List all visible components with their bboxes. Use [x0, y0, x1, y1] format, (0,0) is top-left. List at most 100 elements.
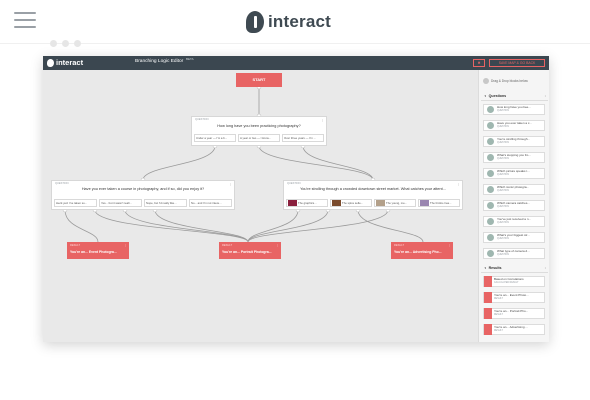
item-text: Have you ever taken a c... QUESTION: [497, 121, 532, 129]
result-icon: [484, 276, 492, 287]
item-subtitle: QUESTION: [497, 109, 509, 112]
app-logo[interactable]: interact: [47, 58, 83, 67]
node-menu-icon[interactable]: ⋮: [448, 243, 451, 247]
answer-label: The young, me...: [386, 201, 407, 205]
question-text: Have you ever taken a course in photogra…: [81, 187, 205, 191]
brand-logo[interactable]: interact: [246, 8, 331, 36]
result-node-1[interactable]: RESULT ⋮ You're an... Event Photogra...: [67, 242, 129, 259]
node-type-label: RESULT: [70, 244, 81, 247]
answer-option[interactable]: Nope, but I'd really like...: [144, 199, 187, 207]
answer-option[interactable]: Under a year — I'm a b...: [194, 134, 236, 142]
item-subtitle: CALCULATED RESULT: [494, 281, 519, 284]
node-type-label: QUESTION: [55, 182, 69, 185]
answer-option[interactable]: Yes... but it wasn't reall...: [99, 199, 142, 207]
blocks-sidebar: Drag & Drop blocks below ▼ Questions ↕ Ho…: [478, 70, 549, 342]
sidebar-question-item[interactable]: How long have you bee... QUESTION: [483, 104, 545, 115]
item-subtitle: QUESTION: [497, 221, 509, 224]
item-subtitle: QUESTION: [497, 189, 509, 192]
results-section-header[interactable]: ▼ Results ↕: [481, 264, 548, 273]
brand-name: interact: [268, 12, 332, 31]
app-logo-text: interact: [56, 58, 84, 67]
result-node-2[interactable]: RESULT ⋮ You're an... Portrait Photogra.…: [219, 242, 281, 259]
item-text: Which picture speaks t... QUESTION: [497, 169, 530, 177]
item-text: Which camera catches... QUESTION: [497, 201, 530, 209]
node-type-label: RESULT: [222, 244, 233, 247]
node-type-label: RESULT: [394, 244, 405, 247]
question-mark-icon: [487, 186, 494, 193]
sidebar-question-item[interactable]: What's stopping you fro... QUESTION: [483, 152, 545, 163]
question-node-3[interactable]: QUESTION ⋮ You're strolling through a cr…: [283, 180, 463, 210]
question-mark-icon: [487, 106, 494, 113]
node-type-label: QUESTION: [287, 182, 301, 185]
answer-option[interactable]: The graphics...: [286, 199, 328, 207]
question-mark-icon: [487, 122, 494, 129]
answer-option[interactable]: A year or two — I know...: [238, 134, 280, 142]
question-mark-icon: [487, 250, 494, 257]
collapse-icon[interactable]: ↕: [545, 92, 547, 101]
collapse-icon[interactable]: ↕: [545, 264, 547, 273]
node-menu-icon[interactable]: ⋮: [124, 243, 127, 247]
sidebar-question-item[interactable]: You're strolling through... QUESTION: [483, 136, 545, 147]
sidebar-result-item[interactable]: You're an... Event Photo... RESULT: [483, 292, 545, 303]
result-text: You're an... Advertising Pho...: [394, 250, 442, 254]
close-editor-button[interactable]: ✖: [473, 59, 485, 67]
sidebar-question-item[interactable]: You've just received a n... QUESTION: [483, 216, 545, 227]
app-header: interact Branching Logic Editor BETA ✖ S…: [43, 56, 549, 70]
editor-title: Branching Logic Editor: [135, 59, 184, 64]
item-subtitle: QUESTION: [497, 141, 509, 144]
result-icon: [484, 324, 492, 335]
beta-badge: BETA: [186, 57, 194, 61]
carousel-dots: [50, 40, 81, 47]
sidebar-result-item[interactable]: You're an... Portrait Pho... RESULT: [483, 308, 545, 319]
item-subtitle: QUESTION: [497, 205, 509, 208]
sidebar-question-item[interactable]: What type of camera d... QUESTION: [483, 248, 545, 259]
answer-thumbnail: [288, 200, 297, 206]
app-logo-icon: [47, 58, 54, 67]
answer-label: The graphics...: [298, 201, 317, 205]
item-subtitle: QUESTION: [497, 253, 509, 256]
sidebar-question-item[interactable]: Which camera catches... QUESTION: [483, 200, 545, 211]
item-subtitle: RESULT: [494, 297, 503, 300]
logic-canvas[interactable]: START QUESTION ⋮ How long have you been …: [43, 70, 478, 342]
sidebar-question-item[interactable]: Which iconic photogra... QUESTION: [483, 184, 545, 195]
sidebar-question-item[interactable]: What's your biggest str... QUESTION: [483, 232, 545, 243]
answer-option[interactable]: The spice selle...: [330, 199, 372, 207]
answer-option[interactable]: The bricks crea...: [418, 199, 460, 207]
app-screenshot-window: interact Branching Logic Editor BETA ✖ S…: [43, 56, 549, 342]
answer-option[interactable]: The young, me...: [374, 199, 416, 207]
sidebar-result-item[interactable]: Based on Correlations CALCULATED RESULT: [483, 276, 545, 287]
item-subtitle: QUESTION: [497, 237, 509, 240]
start-node[interactable]: START: [236, 73, 282, 87]
sidebar-question-item[interactable]: Have you ever taken a c... QUESTION: [483, 120, 545, 131]
question-mark-icon: [487, 218, 494, 225]
hamburger-icon[interactable]: [14, 12, 36, 30]
answer-option[interactable]: Heck yes! I've taken so...: [54, 199, 97, 207]
question-text: You're strolling through a crowded downt…: [300, 187, 446, 191]
answer-option[interactable]: No... and I'm not intere...: [189, 199, 232, 207]
item-text: You're strolling through... QUESTION: [497, 137, 530, 145]
node-menu-icon[interactable]: ⋮: [457, 182, 460, 186]
caret-down-icon: ▼: [484, 267, 487, 270]
question-node-1[interactable]: QUESTION ⋮ How long have you been practi…: [191, 116, 327, 146]
node-menu-icon[interactable]: ⋮: [276, 243, 279, 247]
answer-option[interactable]: Over three years — I'm ...: [282, 134, 324, 142]
sidebar-result-item[interactable]: You're an... Advertising ... RESULT: [483, 324, 545, 335]
result-icon: [484, 308, 492, 319]
node-menu-icon[interactable]: ⋮: [321, 118, 324, 122]
question-mark-icon: [487, 138, 494, 145]
drag-hint-text: Drag & Drop blocks below: [491, 79, 528, 83]
result-text: You're an... Portrait Photogra...: [222, 250, 272, 254]
questions-section-header[interactable]: ▼ Questions ↕: [481, 92, 548, 101]
node-menu-icon[interactable]: ⋮: [229, 182, 232, 186]
section-title: Results: [488, 266, 502, 270]
question-node-2[interactable]: QUESTION ⋮ Have you ever taken a course …: [51, 180, 235, 210]
sidebar-question-item[interactable]: Which picture speaks t... QUESTION: [483, 168, 545, 179]
answer-label: The bricks crea...: [430, 201, 452, 205]
item-subtitle: QUESTION: [497, 125, 509, 128]
interact-logo-icon: [246, 11, 264, 33]
result-node-3[interactable]: RESULT ⋮ You're an... Advertising Pho...: [391, 242, 453, 259]
question-mark-icon: [487, 202, 494, 209]
item-text: How long have you bee... QUESTION: [497, 105, 531, 113]
save-map-button[interactable]: SAVE MAP & GO BACK: [489, 59, 545, 67]
item-text: What's your biggest str... QUESTION: [497, 233, 530, 241]
